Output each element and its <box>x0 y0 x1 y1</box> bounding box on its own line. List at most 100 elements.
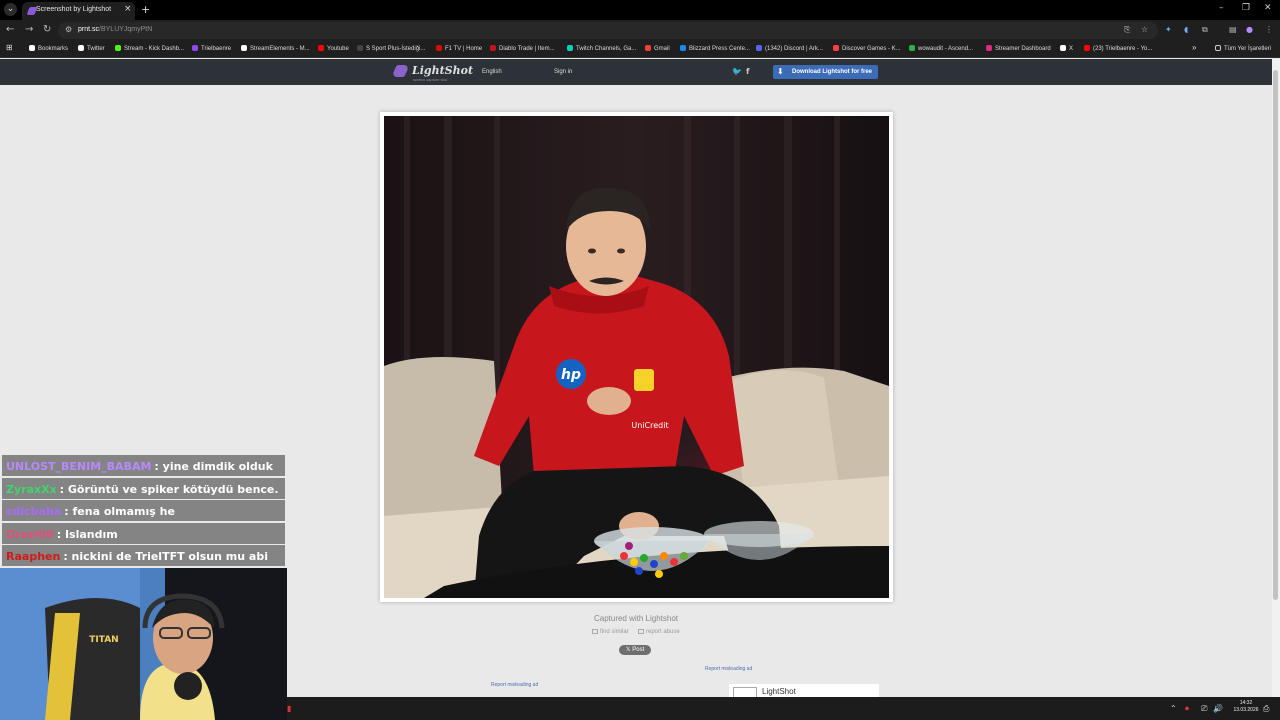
bookmark-item[interactable]: Diablo Trade | Item... <box>490 45 555 52</box>
post-label: Post <box>632 647 645 653</box>
chat-message: UNLOST_BENIM_BABAM: yine dimdik olduk <box>2 455 285 476</box>
image-icon <box>592 629 598 634</box>
screenshot-image[interactable]: hp UniCredit <box>384 116 889 598</box>
profile-avatar[interactable]: ● <box>1246 25 1253 34</box>
chat-text: : Islandım <box>56 527 118 541</box>
more-bookmarks-icon[interactable]: » <box>1192 43 1196 52</box>
bookmark-favicon-icon <box>645 45 651 51</box>
close-tab-icon[interactable]: × <box>124 4 132 14</box>
bookmarks-bar: ⊞ Bookmarks Twitter Stream - Kick Dashb...… <box>0 41 1280 58</box>
sidebar-icon[interactable]: ▤ <box>1229 25 1237 34</box>
ad-banner[interactable]: LightShot <box>729 684 879 698</box>
bookmark-label: Gmail <box>654 46 670 52</box>
bookmark-item[interactable]: Stream - Kick Dashb... <box>115 45 184 52</box>
bookmark-label: Diablo Trade | Item... <box>499 46 555 52</box>
bookmark-label: Blizzard Press Cente... <box>689 46 751 52</box>
unicredit-logo-text: UniCredit <box>631 421 668 430</box>
ferrari-shield-icon <box>634 369 654 391</box>
twitter-icon[interactable]: 🐦 <box>732 67 742 76</box>
bookmark-favicon-icon <box>318 45 324 51</box>
bookmark-favicon-icon <box>567 45 573 51</box>
captured-with-lightshot: Captured with Lightshot <box>593 614 679 623</box>
report-misleading-ad-link-2[interactable]: Report misleading ad <box>491 682 538 688</box>
bookmark-item[interactable]: Trielbaenre <box>192 45 231 52</box>
reload-button[interactable]: ↻ <box>43 24 51 35</box>
minimize-icon[interactable]: – <box>1219 3 1224 13</box>
bookmark-item[interactable]: Blizzard Press Cente... <box>680 45 750 52</box>
tab-search-button[interactable]: ⌄ <box>4 3 17 16</box>
chat-username: UNLOST_BENIM_BABAM <box>6 460 152 473</box>
bookmark-label: Discover Games - K... <box>842 46 901 52</box>
download-icon: ⬇ <box>777 67 784 76</box>
system-clock[interactable]: 14:32 13.03.2026 <box>1226 700 1266 714</box>
bookmark-favicon-icon <box>1084 45 1090 51</box>
bookmark-item[interactable]: Youtube <box>318 45 349 52</box>
bookmark-favicon-icon <box>78 45 84 51</box>
bookmark-item[interactable]: Discover Games - K... <box>833 45 901 52</box>
browser-menu-icon[interactable]: ⋮ <box>1265 25 1273 34</box>
bookmark-label: Twitter <box>87 46 105 52</box>
bookmark-label: S Sport Plus-İstediği... <box>366 46 426 52</box>
bookmark-item[interactable]: Twitter <box>78 45 105 52</box>
chat-username: cdicbaba <box>6 505 62 518</box>
scrollbar-thumb[interactable] <box>1273 70 1278 600</box>
bookmark-item[interactable]: Gmail <box>645 45 670 52</box>
lightshot-logo[interactable]: LightShot <box>412 64 473 77</box>
download-lightshot-button[interactable]: ⬇ Download Lightshot for free <box>773 65 878 79</box>
bookmark-item[interactable]: (1342) Discord | Ark... <box>756 45 823 52</box>
bookmark-favicon-icon <box>680 45 686 51</box>
bookmark-item[interactable]: Bookmarks <box>29 45 68 52</box>
ad-text: LightShot <box>762 687 796 696</box>
new-tab-button[interactable]: + <box>141 3 150 16</box>
webcam-feed: TITAN <box>0 568 287 720</box>
restore-icon[interactable]: ❐ <box>1242 3 1250 13</box>
chat-text: : Görüntü ve spiker kötüydü bence. <box>59 482 279 496</box>
bookmark-item[interactable]: X <box>1060 45 1073 52</box>
bookmark-label: StreamElements - M... <box>250 46 310 52</box>
navigation-bar: ← → ↻ ⚙ prnt.sc/BYLUYJqmyPtN ⎘ ☆ ✦ ◖ ⧉ ▤… <box>0 20 1280 41</box>
report-abuse-link[interactable]: report abuse <box>638 629 680 635</box>
bookmark-item[interactable]: F1 TV | Home <box>436 45 482 52</box>
bookmark-label: F1 TV | Home <box>445 46 483 52</box>
report-misleading-ad-link[interactable]: Report misleading ad <box>705 666 752 672</box>
bookmark-label: X <box>1069 46 1074 52</box>
signin-link[interactable]: Sign in <box>554 69 572 75</box>
forward-button[interactable]: → <box>25 24 33 35</box>
site-info-icon[interactable]: ⚙ <box>65 25 72 34</box>
webcam-overlay: TITAN <box>0 568 287 720</box>
tray-overflow-icon[interactable]: ⌃ <box>1170 704 1177 713</box>
apps-grid-icon[interactable]: ⊞ <box>6 43 13 52</box>
x-post-button[interactable]: 𝕏 Post <box>619 645 651 655</box>
all-bookmarks-folder[interactable]: Tüm Yer İşaretleri <box>1215 45 1271 52</box>
bookmark-item[interactable]: S Sport Plus-İstediği... <box>357 45 425 52</box>
bookmark-item[interactable]: Streamer Dashboard <box>986 45 1051 52</box>
language-selector[interactable]: English <box>482 69 502 75</box>
browser-tab[interactable]: Screenshot by Lightshot × <box>22 2 135 20</box>
find-similar-link[interactable]: find similar <box>592 629 629 635</box>
bookmark-item[interactable]: Twitch Channels, Ga... <box>567 45 636 52</box>
install-app-icon[interactable]: ⎘ <box>1124 25 1130 35</box>
folder-icon <box>1215 45 1221 51</box>
speaker-icon[interactable]: 🔊 <box>1213 704 1223 713</box>
bookmark-item[interactable]: StreamElements - M... <box>241 45 310 52</box>
back-button[interactable]: ← <box>6 24 14 35</box>
extensions-icon[interactable]: ⧉ <box>1202 25 1208 35</box>
extension-audio-icon[interactable]: ◖ <box>1184 25 1188 34</box>
bookmark-item[interactable]: wowaudit - Ascend... <box>909 45 973 52</box>
record-indicator-icon: ▮ <box>287 704 292 713</box>
bookmark-item[interactable]: (23) Trielbaenre - Yo... <box>1084 45 1152 52</box>
bookmark-favicon-icon <box>909 45 915 51</box>
close-window-icon[interactable]: ✕ <box>1264 3 1272 13</box>
chat-text: : yine dimdik olduk <box>154 460 273 473</box>
chat-message: Raaphen: nickini de TrielTFT olsun mu ab… <box>2 545 285 566</box>
url-text: prnt.sc/BYLUYJqmyPtN <box>78 26 153 33</box>
lightshot-logo-icon[interactable] <box>391 65 410 77</box>
bookmark-label: Streamer Dashboard <box>995 46 1051 52</box>
extension-icon[interactable]: ✦ <box>1165 25 1172 34</box>
address-bar[interactable]: ⚙ prnt.sc/BYLUYJqmyPtN <box>58 22 1158 39</box>
microphone-tray-icon[interactable]: ⏺ <box>1185 704 1189 714</box>
chat-message: ZyraxXx: Görüntü ve spiker kötüydü bence… <box>2 477 285 499</box>
network-icon[interactable]: ⎚ <box>1201 704 1207 714</box>
facebook-icon[interactable]: f <box>746 67 749 76</box>
bookmark-star-icon[interactable]: ☆ <box>1141 25 1148 34</box>
